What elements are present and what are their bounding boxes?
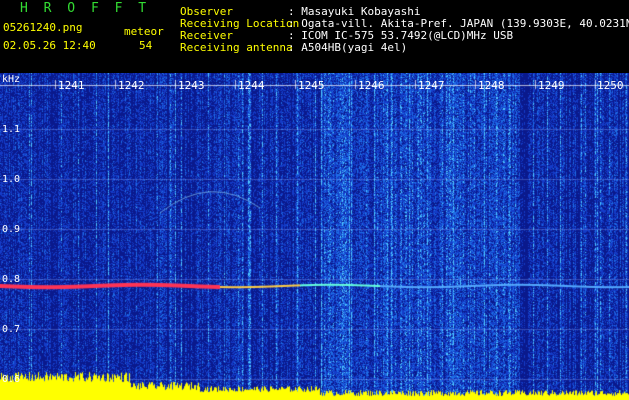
time-tick-label: 1241 (58, 79, 85, 92)
time-tick-label: 1242 (118, 79, 145, 92)
unit-label: kHz (2, 74, 21, 85)
time-tick-label: 1250 (597, 79, 624, 92)
y-tick-label: 0.9 (2, 224, 21, 235)
antenna-label: Receiving antenna (180, 41, 293, 54)
y-tick-label: 1.1 (2, 124, 21, 135)
app-title: H R O F F T (20, 1, 151, 16)
spectrogram-canvas (0, 73, 629, 400)
time-tick-label: 1246 (358, 79, 385, 92)
time-tick-label: 1245 (298, 79, 325, 92)
time-tick-label: 1247 (418, 79, 445, 92)
y-tick-label: 0.6 (2, 374, 21, 385)
time-tick-label: 1243 (178, 79, 205, 92)
y-tick-label: 1.0 (2, 174, 21, 185)
time-tick-label: 1249 (538, 79, 565, 92)
time-tick-label: 1244 (238, 79, 265, 92)
header-panel: H R O F F T 05261240.png 02.05.26 12:40 … (0, 0, 629, 73)
filename: 05261240.png (3, 21, 83, 34)
meteor-label: meteor (124, 25, 164, 38)
y-tick-label: 0.8 (2, 274, 21, 285)
timestamp: 02.05.26 12:40 (3, 39, 96, 52)
y-tick-label: 0.7 (2, 324, 21, 335)
time-tick-label: 1248 (478, 79, 505, 92)
meteor-count: 54 (139, 39, 153, 52)
antenna-value: : A504HB(yagi 4el) (288, 41, 408, 54)
